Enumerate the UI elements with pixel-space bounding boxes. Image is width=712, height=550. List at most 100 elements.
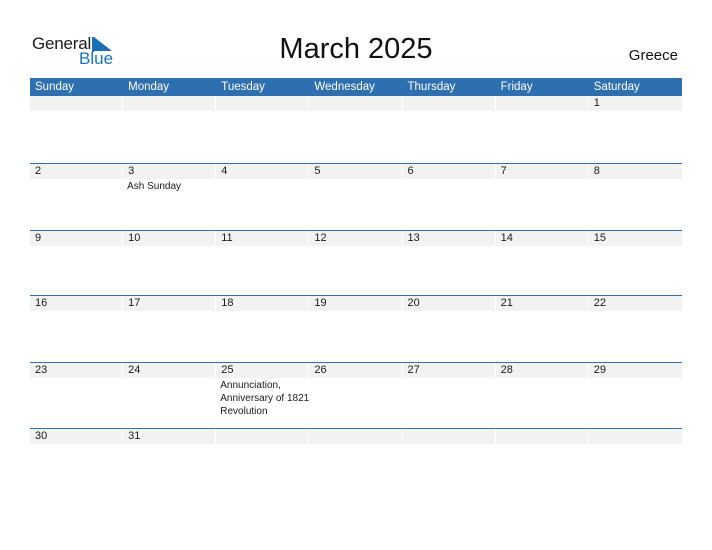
day-number: [30, 96, 124, 111]
weekday-sunday: Sunday: [35, 81, 75, 93]
day-number: 3: [123, 164, 217, 179]
holiday-note: [30, 311, 123, 312]
holiday-note: Annunciation, Anniversary of 1821 Revolu…: [220, 379, 310, 417]
holiday-note: [403, 378, 496, 418]
holiday-note: [496, 378, 589, 418]
holiday-note: [30, 444, 123, 445]
day-number: 20: [402, 296, 496, 311]
holiday-note: [496, 246, 589, 247]
holiday-note: [30, 378, 123, 418]
holiday-note: [589, 444, 682, 445]
holiday-note: [30, 179, 123, 193]
holiday-note: [496, 311, 589, 312]
date-bar: 23 24 25 26 27 28 29: [30, 362, 682, 378]
date-bar: 16 17 18 19 20 21 22: [30, 296, 682, 311]
holiday-note: [403, 444, 496, 445]
notes-row: Ash Sunday: [30, 179, 682, 193]
day-number: [216, 429, 310, 444]
day-number: 23: [30, 362, 124, 378]
notes-row: [30, 311, 682, 312]
day-number: 6: [402, 164, 496, 179]
day-number: [588, 429, 682, 444]
holiday-note: [403, 311, 496, 312]
holiday-note: [123, 378, 216, 418]
day-number: 16: [30, 296, 124, 311]
holiday-note: [403, 111, 496, 112]
weekday-monday: Monday: [128, 81, 170, 93]
holiday-note: [216, 444, 309, 445]
week-row: 16 17 18 19 20 21 22: [30, 295, 682, 362]
day-number: 12: [309, 230, 403, 246]
holiday-note: [403, 179, 496, 193]
day-number: 18: [216, 296, 310, 311]
week-row: 30 31: [30, 428, 682, 488]
holiday-note: [216, 111, 309, 112]
day-number: 25: [216, 362, 310, 378]
holiday-note: [496, 111, 589, 112]
weekday-thursday: Thursday: [407, 81, 456, 93]
holiday-note: [309, 179, 402, 193]
day-number: 9: [30, 230, 124, 246]
holiday-note: [589, 311, 682, 312]
holiday-note: Ash Sunday: [127, 181, 182, 192]
day-number: [402, 429, 496, 444]
holiday-note: [309, 311, 402, 312]
holiday-note: [589, 179, 682, 193]
day-number: 2: [30, 164, 124, 179]
day-number: 10: [123, 230, 217, 246]
holiday-note: [309, 444, 402, 445]
holiday-note: [589, 378, 682, 418]
day-number: 27: [402, 362, 496, 378]
week-row: 9 10 11 12 13 14 15: [30, 229, 682, 296]
day-number: 4: [216, 164, 310, 179]
holiday-note: [216, 246, 309, 247]
day-number: [216, 96, 310, 111]
day-number: 11: [216, 230, 310, 246]
day-number: 1: [588, 96, 682, 111]
week-row: 2 3 4 5 6 7 8 Ash Sunday: [30, 163, 682, 230]
notes-row: [30, 444, 682, 445]
weeks-container: 1 2 3 4 5 6 7 8 Ash Sunday 9 10 11 12 13 14 15 16 17 18 19 2…: [30, 96, 682, 488]
day-number: 26: [309, 362, 403, 378]
weekday-wednesday: Wednesday: [314, 81, 375, 93]
day-number: 7: [495, 164, 589, 179]
holiday-note: [496, 179, 589, 193]
country-label: Greece: [628, 47, 678, 64]
day-number: [495, 96, 589, 111]
day-number: 24: [123, 362, 217, 378]
holiday-note: [123, 111, 216, 112]
day-number: 22: [588, 296, 682, 311]
day-number: [309, 96, 403, 111]
notes-row: Annunciation, Anniversary of 1821 Revolu…: [30, 378, 682, 418]
day-number: 5: [309, 164, 403, 179]
day-number: 21: [495, 296, 589, 311]
calendar-title: March 2025: [279, 33, 433, 65]
weekday-tuesday: Tuesday: [221, 81, 265, 93]
notes-row: [30, 246, 682, 247]
week-row: 23 24 25 26 27 28 29 Annunciation, Anniversary …: [30, 361, 682, 429]
day-number: 19: [309, 296, 403, 311]
week-row: 1: [30, 96, 682, 163]
holiday-note: [216, 311, 309, 312]
day-number: 31: [123, 429, 217, 444]
day-number: 29: [588, 362, 682, 378]
date-bar: 9 10 11 12 13 14 15: [30, 230, 682, 246]
holiday-note: [123, 311, 216, 312]
day-number: 8: [588, 164, 682, 179]
day-number: [402, 96, 496, 111]
date-bar: 1: [30, 96, 682, 111]
day-number: 13: [402, 230, 496, 246]
holiday-note: [309, 246, 402, 247]
day-number: [123, 96, 217, 111]
day-number: 14: [495, 230, 589, 246]
calendar-grid: Sunday Monday Tuesday Wednesday Thursday…: [30, 78, 682, 488]
weekday-header: Sunday Monday Tuesday Wednesday Thursday…: [30, 78, 682, 96]
holiday-note: [216, 179, 309, 193]
holiday-note: [30, 111, 123, 112]
day-number: 17: [123, 296, 217, 311]
holiday-note: [403, 246, 496, 247]
holiday-note: [589, 246, 682, 247]
day-number: 30: [30, 429, 124, 444]
day-number: [309, 429, 403, 444]
date-bar: 30 31: [30, 429, 682, 444]
